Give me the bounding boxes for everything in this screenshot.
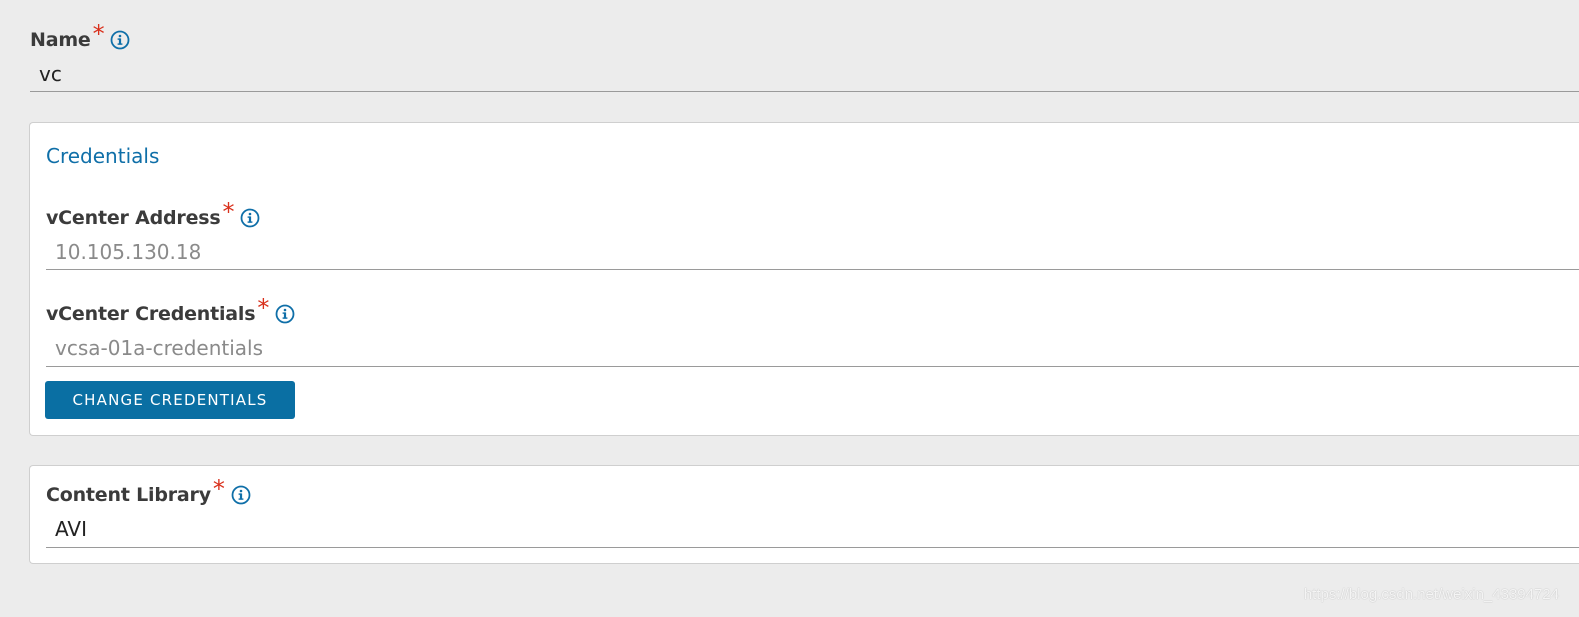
required-asterisk: * bbox=[222, 198, 235, 226]
name-input[interactable]: vc bbox=[30, 60, 1579, 92]
name-label-row: Name * bbox=[30, 22, 130, 52]
content-library-card: Content Library * AVI bbox=[29, 465, 1579, 564]
vcenter-address-field: 10.105.130.18 bbox=[46, 238, 1579, 270]
required-asterisk: * bbox=[92, 20, 105, 48]
content-library-select[interactable]: AVI bbox=[46, 515, 1579, 548]
vcenter-credentials-field: vcsa-01a-credentials bbox=[46, 334, 1579, 367]
vcenter-credentials-label-row: vCenter Credentials * bbox=[46, 296, 295, 326]
vcenter-address-label-row: vCenter Address * bbox=[46, 200, 260, 230]
info-circle-icon[interactable] bbox=[110, 30, 130, 50]
vcenter-credentials-label: vCenter Credentials bbox=[46, 303, 256, 325]
name-label: Name bbox=[30, 29, 91, 51]
vcenter-address-label: vCenter Address bbox=[46, 207, 221, 229]
page: Name * vc Credentials vCenter Address * … bbox=[0, 0, 1579, 617]
credentials-section-title: Credentials bbox=[46, 144, 160, 168]
credentials-card: Credentials vCenter Address * 10.105.130… bbox=[29, 122, 1579, 436]
info-circle-icon[interactable] bbox=[275, 304, 295, 324]
required-asterisk: * bbox=[212, 475, 225, 503]
watermark: https://blog.csdn.net/weixin_43394724 bbox=[1303, 586, 1559, 603]
change-credentials-button[interactable]: CHANGE CREDENTIALS bbox=[45, 381, 295, 419]
content-library-label: Content Library bbox=[46, 484, 211, 506]
info-circle-icon[interactable] bbox=[231, 485, 251, 505]
required-asterisk: * bbox=[257, 294, 270, 322]
info-circle-icon[interactable] bbox=[240, 208, 260, 228]
content-library-label-row: Content Library * bbox=[46, 477, 251, 507]
